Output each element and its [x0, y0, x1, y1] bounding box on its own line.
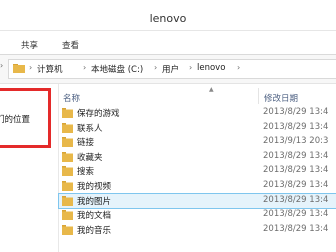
file-name: 联系人 — [77, 123, 103, 134]
videos-folder-icon — [62, 180, 73, 191]
window-title: lenovo — [149, 12, 187, 25]
file-date: 2013/9/13 20:3 — [263, 136, 329, 147]
file-name: 我的文档 — [77, 211, 112, 222]
file-date: 2013/8/29 13:4 — [263, 179, 329, 190]
chevron-right-icon[interactable]: › — [189, 63, 192, 72]
file-date: 2013/8/29 13:4 — [263, 165, 329, 176]
file-name: 我的图片 — [77, 196, 112, 207]
navigation-pane: 们的位置 — [0, 84, 59, 252]
file-name: 保存的游戏 — [77, 109, 120, 119]
tab-view[interactable]: 查看 — [62, 39, 79, 51]
breadcrumb-drive-c[interactable]: 本地磁盘 (C:) — [91, 63, 143, 75]
folder-icon — [13, 64, 25, 73]
file-row[interactable]: 保存的游戏 2013/8/29 13:4 — [59, 106, 336, 121]
ribbon-tabs: 共享 查看 — [0, 34, 336, 55]
chevron-right-icon[interactable]: › — [237, 63, 240, 72]
file-date: 2013/8/29 13:4 — [263, 209, 329, 220]
breadcrumb-computer[interactable]: 计算机 — [37, 63, 63, 75]
saved-games-folder-icon — [62, 108, 73, 118]
title-divider — [0, 30, 336, 31]
highlight-box: 们的位置 — [0, 88, 51, 148]
file-rows: 保存的游戏 2013/8/29 13:4 联系人 2013/8/29 13:4 链接 20… — [58, 106, 336, 238]
column-date-modified[interactable]: 修改日期 — [264, 92, 298, 104]
file-name: 搜索 — [77, 167, 95, 178]
file-date: 2013/8/29 13:4 — [263, 150, 329, 161]
file-row[interactable]: 链接 2013/9/13 20:3 — [59, 135, 336, 150]
breadcrumb-users[interactable]: 用户 — [162, 63, 179, 75]
searches-folder-icon — [62, 166, 73, 177]
file-name: 我的视频 — [77, 181, 112, 192]
file-list: ▲ 名称 修改日期 保存的游戏 2013/8/29 13:4 联系人 2013/8/2… — [58, 84, 336, 252]
sort-arrow-icon: ▲ — [209, 86, 214, 93]
file-date: 2013/8/29 13:4 — [263, 194, 329, 205]
file-row[interactable]: 我的文档 2013/8/29 13:4 — [59, 208, 336, 223]
file-date: 2013/8/29 13:4 — [263, 121, 329, 132]
file-row[interactable]: 联系人 2013/8/29 13:4 — [59, 121, 336, 136]
favorites-folder-icon — [62, 151, 73, 162]
chevron-right-icon[interactable]: › — [83, 63, 86, 72]
column-name[interactable]: 名称 — [63, 92, 80, 104]
pictures-folder-icon — [62, 195, 73, 206]
contacts-folder-icon — [62, 122, 73, 133]
links-folder-icon — [62, 137, 73, 148]
file-row[interactable]: 我的图片 2013/8/29 13:4 — [58, 192, 336, 210]
tab-share[interactable]: 共享 — [21, 39, 38, 51]
title-bar: lenovo — [0, 0, 336, 34]
file-row[interactable]: 我的音乐 2013/8/29 13:4 — [59, 223, 336, 238]
file-row[interactable]: 收藏夹 2013/8/29 13:4 — [59, 150, 336, 165]
chevron-right-icon[interactable]: › — [154, 63, 157, 72]
back-arrow-icon[interactable]: › — [0, 61, 8, 77]
music-folder-icon — [62, 224, 73, 235]
file-row[interactable]: 我的视频 2013/8/29 13:4 — [59, 179, 336, 194]
breadcrumb-lenovo[interactable]: lenovo — [197, 63, 225, 73]
documents-folder-icon — [62, 210, 73, 221]
column-divider[interactable] — [258, 88, 259, 104]
file-name: 我的音乐 — [77, 225, 112, 236]
file-name: 收藏夹 — [77, 152, 103, 163]
address-row: › › 计算机 › 本地磁盘 (C:) › 用户 › lenovo › — [0, 55, 336, 84]
column-header: ▲ 名称 修改日期 — [59, 84, 336, 106]
file-date: 2013/8/29 13:4 — [263, 223, 329, 234]
address-bar[interactable]: › 计算机 › 本地磁盘 (C:) › 用户 › lenovo › — [8, 59, 336, 79]
file-row[interactable]: 搜索 2013/8/29 13:4 — [59, 164, 336, 179]
nav-item-location[interactable]: 们的位置 — [0, 113, 30, 125]
chevron-right-icon[interactable]: › — [29, 63, 32, 72]
file-name: 链接 — [77, 138, 95, 149]
file-date: 2013/8/29 13:4 — [263, 107, 329, 117]
